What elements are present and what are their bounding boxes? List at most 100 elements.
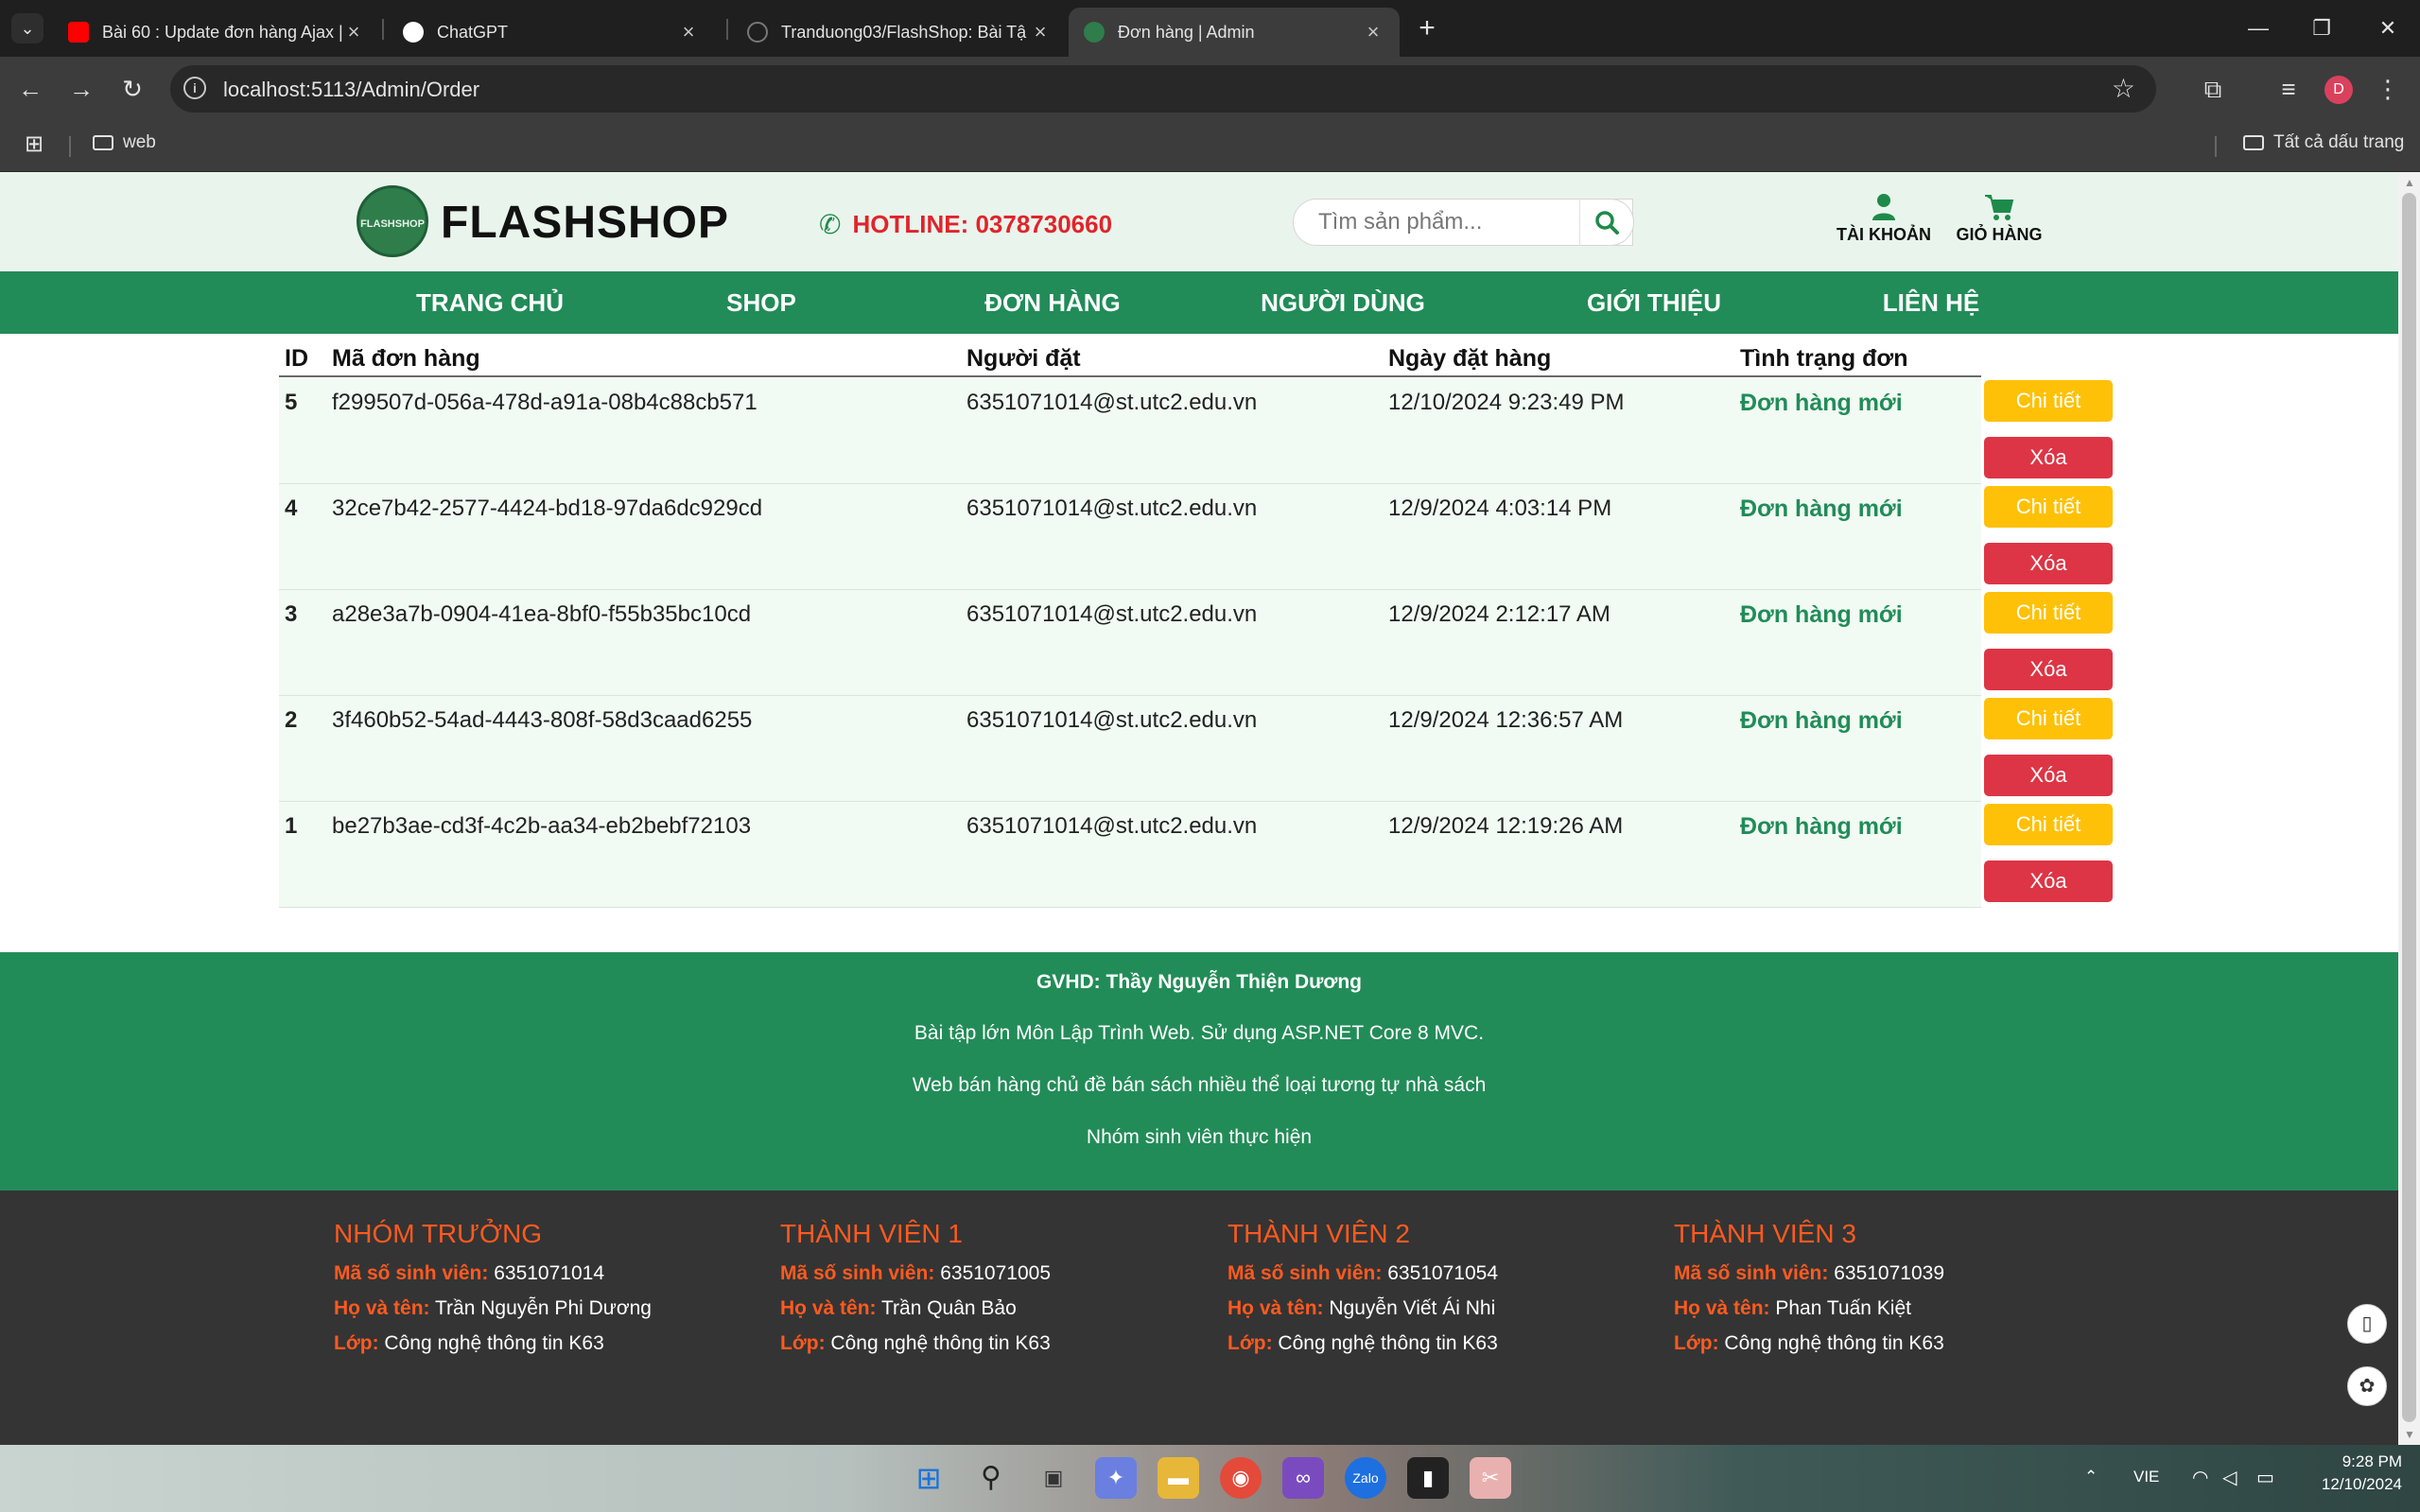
input-language[interactable]: VIE [2133, 1468, 2159, 1486]
search-icon[interactable]: ⚲ [970, 1457, 1012, 1499]
order-code: 3f460b52-54ad-4443-808f-58d3caad6255 [332, 707, 753, 733]
copilot-icon[interactable]: ✦ [1095, 1457, 1137, 1499]
page-viewport: FLASHSHOP FLASHSHOP ✆ HOTLINE: 037873066… [0, 172, 2398, 1445]
delete-button[interactable]: Xóa [1984, 755, 2113, 796]
hotline-text: HOTLINE: 0378730660 [852, 210, 1113, 238]
nav-about[interactable]: GIỚI THIỆU [1587, 271, 1721, 334]
detail-button[interactable]: Chi tiết [1984, 698, 2113, 739]
main-nav: TRANG CHỦ SHOP ĐƠN HÀNG NGƯỜI DÙNG GIỚI … [0, 271, 2398, 334]
volume-icon[interactable]: ◁ [2222, 1466, 2237, 1489]
restore-icon[interactable]: ❐ [2298, 9, 2345, 47]
chrome-icon[interactable]: ◉ [1220, 1457, 1262, 1499]
account-link[interactable]: TÀI KHOẢN [1827, 193, 1941, 245]
nav-home[interactable]: TRANG CHỦ [416, 271, 564, 334]
clock[interactable]: 9:28 PM 12/10/2024 [2317, 1452, 2402, 1494]
bookmark-folder-label: web [123, 132, 156, 152]
footer-info: GVHD: Thầy Nguyễn Thiện Dương Bài tập lớ… [0, 952, 2398, 1190]
col-order-code: Mã đơn hàng [332, 345, 480, 372]
order-user: 6351071014@st.utc2.edu.vn [966, 390, 1258, 415]
member-class: Công nghệ thông tin K63 [830, 1332, 1051, 1354]
snipping-tool-icon[interactable]: ✂ [1470, 1457, 1511, 1499]
detail-button[interactable]: Chi tiết [1984, 486, 2113, 528]
brand-name[interactable]: FLASHSHOP [441, 197, 729, 249]
member-card: THÀNH VIÊN 1 Mã số sinh viên: 6351071005… [780, 1219, 1215, 1367]
media-controls-icon[interactable]: ≡ [2270, 70, 2307, 108]
close-icon[interactable]: × [342, 20, 365, 44]
site-info-icon[interactable]: i [183, 77, 206, 99]
delete-button[interactable]: Xóa [1984, 437, 2113, 478]
browser-tab[interactable]: Tranduong03/FlashShop: Bài Tậ × [732, 8, 1067, 57]
task-view-icon[interactable]: ▣ [1033, 1457, 1074, 1499]
back-icon[interactable]: ← [9, 68, 51, 110]
bookmark-star-icon[interactable]: ☆ [2112, 73, 2135, 104]
battery-icon[interactable]: ▭ [2256, 1466, 2274, 1489]
reload-icon[interactable]: ↻ [112, 68, 153, 110]
profile-avatar[interactable]: D [2324, 76, 2353, 104]
order-id: 2 [285, 707, 298, 733]
wifi-icon[interactable]: ◠ [2192, 1466, 2208, 1489]
order-status: Đơn hàng mới [1740, 495, 1903, 522]
file-explorer-icon[interactable]: ▬ [1158, 1457, 1199, 1499]
table-row: 3 a28e3a7b-0904-41ea-8bf0-f55b35bc10cd 6… [279, 590, 2114, 696]
search-button[interactable] [1579, 199, 1634, 246]
scroll-up-icon[interactable]: ▲ [2404, 176, 2415, 189]
terminal-icon[interactable]: ▮ [1407, 1457, 1449, 1499]
assistant-brain-icon[interactable]: ✿ [2347, 1366, 2387, 1406]
cart-icon [1950, 193, 2048, 225]
name-label: Họ và tên: [334, 1297, 430, 1319]
name-label: Họ và tên: [1227, 1297, 1324, 1319]
flashshop-logo[interactable]: FLASHSHOP [357, 185, 428, 257]
browser-tab[interactable]: ChatGPT × [388, 8, 715, 57]
mssv-label: Mã số sinh viên: [1227, 1262, 1383, 1284]
tray-chevron-icon[interactable]: ⌃ [2084, 1468, 2098, 1486]
scrollbar-thumb[interactable] [2402, 193, 2416, 1422]
browser-tab[interactable]: Bài 60 : Update đơn hàng Ajax | × [53, 8, 380, 57]
member-name: Trần Nguyễn Phi Dương [434, 1297, 652, 1319]
zalo-icon[interactable]: Zalo [1345, 1457, 1386, 1499]
order-code: a28e3a7b-0904-41ea-8bf0-f55b35bc10cd [332, 601, 752, 627]
nav-users[interactable]: NGƯỜI DÙNG [1261, 271, 1425, 334]
col-user: Người đặt [966, 345, 1081, 372]
nav-orders[interactable]: ĐƠN HÀNG [984, 271, 1121, 334]
page-scrollbar[interactable]: ▲ ▼ [2398, 172, 2420, 1445]
detail-button[interactable]: Chi tiết [1984, 380, 2113, 422]
forward-icon[interactable]: → [61, 68, 102, 110]
minimize-icon[interactable]: — [2235, 9, 2282, 47]
order-code: 32ce7b42-2577-4424-bd18-97da6dc929cd [332, 495, 763, 521]
delete-button[interactable]: Xóa [1984, 543, 2113, 584]
mssv-label: Mã số sinh viên: [1674, 1262, 1829, 1284]
order-user: 6351071014@st.utc2.edu.vn [966, 813, 1258, 839]
detail-button[interactable]: Chi tiết [1984, 804, 2113, 845]
cart-link[interactable]: GIỎ HÀNG [1950, 193, 2048, 245]
browser-tab-active[interactable]: Đơn hàng | Admin × [1069, 8, 1400, 57]
close-icon[interactable]: × [1029, 20, 1052, 44]
reading-mode-icon[interactable]: ▯ [2347, 1304, 2387, 1344]
nav-contact[interactable]: LIÊN HỆ [1883, 271, 1980, 334]
scroll-down-icon[interactable]: ▼ [2404, 1428, 2415, 1441]
bookmark-folder-web[interactable]: web [93, 132, 156, 153]
new-tab-icon[interactable]: + [1413, 9, 1441, 47]
menu-kebab-icon[interactable]: ⋮ [2369, 70, 2407, 108]
all-bookmarks[interactable]: Tất cả dấu trang [2243, 132, 2404, 153]
table-header: ID Mã đơn hàng Người đặt Ngày đặt hàng T… [279, 334, 1981, 377]
detail-button[interactable]: Chi tiết [1984, 592, 2113, 634]
order-status: Đơn hàng mới [1740, 601, 1903, 628]
address-bar[interactable]: i localhost:5113/Admin/Order ☆ [170, 65, 2156, 113]
window-close-icon[interactable]: ✕ [2364, 9, 2411, 47]
class-label: Lớp: [1227, 1332, 1273, 1354]
visual-studio-icon[interactable]: ∞ [1282, 1457, 1324, 1499]
col-date: Ngày đặt hàng [1388, 345, 1552, 372]
windows-start-icon[interactable]: ⊞ [908, 1457, 949, 1499]
extensions-icon[interactable]: ⧉ [2194, 70, 2232, 108]
delete-button[interactable]: Xóa [1984, 649, 2113, 690]
member-role: THÀNH VIÊN 2 [1227, 1219, 1410, 1248]
close-icon[interactable]: × [1362, 20, 1384, 44]
footer-line-2: Web bán hàng chủ đề bán sách nhiều thể l… [912, 1074, 1487, 1096]
apps-grid-icon[interactable]: ⊞ [25, 133, 47, 156]
order-user: 6351071014@st.utc2.edu.vn [966, 707, 1258, 733]
folder-icon [2243, 135, 2264, 150]
tab-search-chevron-icon[interactable]: ⌄ [11, 13, 44, 43]
nav-shop[interactable]: SHOP [726, 271, 796, 334]
delete-button[interactable]: Xóa [1984, 860, 2113, 902]
close-icon[interactable]: × [677, 20, 700, 44]
